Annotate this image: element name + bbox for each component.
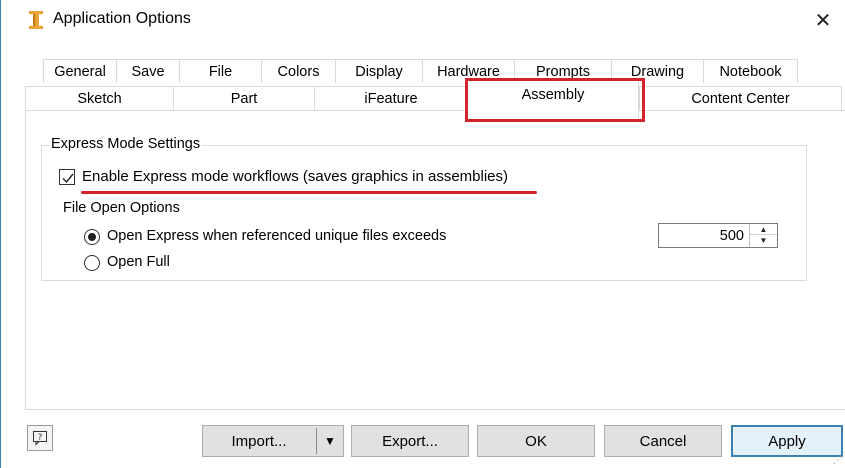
tab-file[interactable]: File [179,59,261,83]
inventor-app-icon [28,10,44,30]
tab-part[interactable]: Part [173,86,314,110]
tab-general[interactable]: General [43,59,116,83]
spinner-down-icon[interactable]: ▼ [750,235,777,246]
spinner-up-icon[interactable]: ▲ [750,224,777,235]
close-button[interactable]: ✕ [800,0,845,40]
express-mode-group-title: Express Mode Settings [49,136,203,152]
close-icon: ✕ [814,9,832,32]
threshold-value[interactable]: 500 [720,228,744,244]
radio-open-express[interactable] [84,229,100,245]
annotation-underline [81,191,537,194]
tab-notebook[interactable]: Notebook [703,59,798,83]
spinner-buttons: ▲ ▼ [749,224,777,247]
file-open-options-label: File Open Options [63,200,180,216]
enable-express-checkbox[interactable] [59,169,75,185]
checkmark-icon [62,173,74,184]
import-button-label: Import... [231,432,287,450]
ok-button[interactable]: OK [477,425,595,457]
tab-assembly[interactable]: Assembly [467,80,639,118]
resize-grip-icon[interactable]: ⋰ [833,455,843,466]
tab-ifeature[interactable]: iFeature [314,86,467,110]
tab-content-center[interactable]: Content Center [639,86,842,110]
tab-row-1: General Save File Colors Display Hardwar… [43,59,798,83]
help-button[interactable]: ? [27,425,53,451]
title-bar: Application Options ✕ [1,0,845,42]
import-split-divider [316,428,317,454]
cancel-button[interactable]: Cancel [604,425,722,457]
radio-open-full-label[interactable]: Open Full [107,254,170,270]
window-title: Application Options [53,10,191,27]
import-dropdown-arrow-icon[interactable]: ▼ [318,425,342,457]
tab-colors[interactable]: Colors [261,59,335,83]
tab-sketch[interactable]: Sketch [25,86,173,110]
radio-open-full[interactable] [84,255,100,271]
help-icon: ? [33,431,47,446]
apply-button[interactable]: Apply [731,425,843,457]
tab-row-2: Sketch Part iFeature Content Center [25,86,842,110]
radio-open-express-label[interactable]: Open Express when referenced unique file… [107,228,446,244]
tab-display[interactable]: Display [335,59,422,83]
threshold-spinner[interactable]: 500 ▲ ▼ [658,223,778,248]
tab-save[interactable]: Save [116,59,179,83]
export-button[interactable]: Export... [351,425,469,457]
enable-express-label[interactable]: Enable Express mode workflows (saves gra… [82,168,508,185]
application-options-dialog: Application Options ✕ General Save File … [0,0,845,468]
svg-text:?: ? [38,433,43,443]
